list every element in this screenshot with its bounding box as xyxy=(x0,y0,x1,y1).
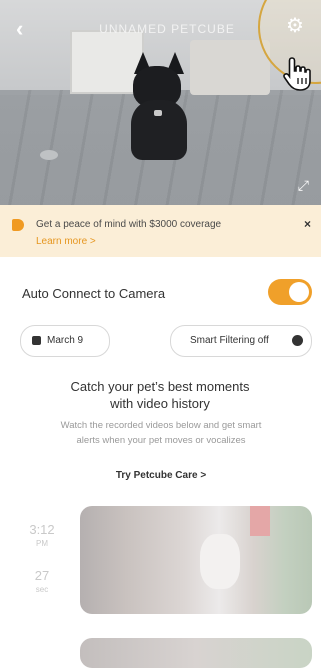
video-thumbnail[interactable] xyxy=(80,506,312,614)
learn-more-link[interactable]: Learn more > xyxy=(36,236,96,247)
promo-text: Get a peace of mind with $3000 coverage xyxy=(36,219,222,230)
video-thumbnail[interactable] xyxy=(80,638,312,668)
smart-filtering-label: Smart Filtering off xyxy=(190,335,269,346)
date-label: March 9 xyxy=(47,335,84,346)
toggle-knob xyxy=(289,282,309,302)
calendar-icon xyxy=(32,336,41,345)
feed-chair xyxy=(190,40,270,95)
learn-more-label: Learn more xyxy=(36,236,88,247)
feed-bowl xyxy=(40,150,58,160)
try-petcube-care-label: Try Petcube Care xyxy=(115,470,198,481)
hand-cursor-icon xyxy=(283,57,311,91)
dog-figure xyxy=(128,52,198,162)
promo-banner[interactable]: Get a peace of mind with $3000 coverage … xyxy=(0,205,321,257)
date-picker-button[interactable]: March 9 xyxy=(20,325,110,357)
video-duration: 27 sec xyxy=(22,568,62,594)
try-petcube-care-link[interactable]: Try Petcube Care > xyxy=(90,470,232,481)
filter-icon xyxy=(292,335,303,346)
smart-filtering-button[interactable]: Smart Filtering off xyxy=(170,325,312,357)
camera-name: UNNAMED PETCUBE xyxy=(99,22,235,36)
chevron-left-icon[interactable]: ‹ xyxy=(16,18,23,40)
history-title: Catch your pet’s best moments with video… xyxy=(70,379,250,411)
promo-icon xyxy=(12,219,24,231)
auto-connect-label: Auto Connect to Camera xyxy=(22,286,166,301)
chevron-right-icon: > xyxy=(89,236,96,247)
chevron-right-icon: > xyxy=(200,470,207,481)
video-duration-unit: sec xyxy=(35,585,49,594)
close-icon[interactable]: × xyxy=(304,217,311,231)
camera-feed[interactable]: ‹ UNNAMED PETCUBE ⚙ ⤢ xyxy=(0,0,321,205)
video-time: 3:12 PM xyxy=(22,522,62,548)
auto-connect-row: Auto Connect to Camera xyxy=(0,275,321,311)
expand-icon[interactable]: ⤢ xyxy=(298,178,309,192)
video-duration-value: 27 xyxy=(34,568,50,583)
gear-icon[interactable]: ⚙ xyxy=(286,16,304,36)
video-time-period: PM xyxy=(36,539,48,548)
auto-connect-toggle[interactable] xyxy=(268,279,312,305)
video-time-value: 3:12 xyxy=(29,522,55,537)
history-description: Watch the recorded videos below and get … xyxy=(60,420,262,446)
